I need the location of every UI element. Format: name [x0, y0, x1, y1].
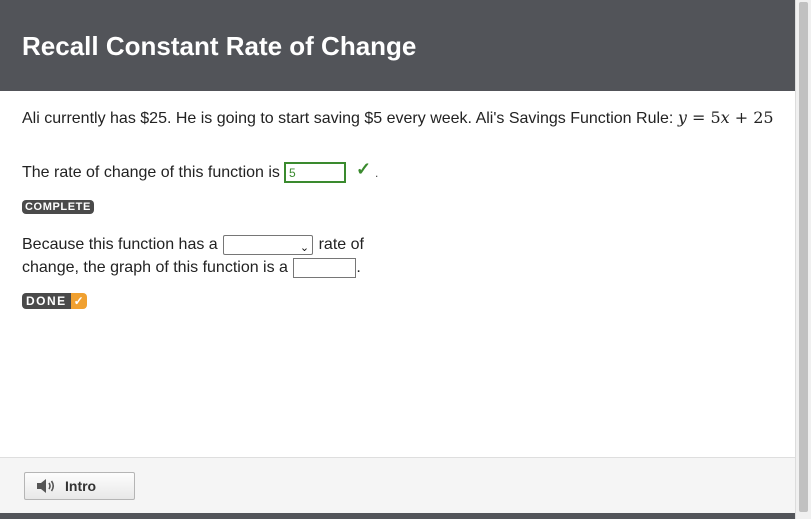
because-period: .: [356, 259, 361, 276]
rate-label: The rate of change of this function is: [22, 163, 280, 181]
graph-type-input[interactable]: [293, 257, 357, 278]
done-button[interactable]: DONE ✓: [22, 293, 87, 309]
because-text-1: Because this function has a: [22, 236, 218, 253]
because-text-2: rate of: [318, 236, 364, 253]
equation: y = 5x + 25: [677, 108, 774, 127]
page-title: Recall Constant Rate of Change: [22, 31, 417, 61]
main-content: Ali currently has $25. He is going to st…: [0, 91, 795, 457]
chevron-down-icon: ⌄: [299, 241, 310, 254]
problem-statement: Ali currently has $25. He is going to st…: [22, 108, 774, 128]
rate-period: .: [375, 165, 379, 180]
scrollbar[interactable]: [795, 0, 811, 519]
done-label: DONE: [22, 293, 71, 309]
intro-button[interactable]: Intro: [24, 472, 135, 500]
done-check-icon: ✓: [70, 293, 87, 309]
rate-type-select[interactable]: ⌄: [223, 234, 314, 255]
rate-answer-input[interactable]: 5: [283, 162, 346, 183]
speaker-icon: [37, 479, 55, 493]
complete-badge: COMPLETE: [22, 200, 94, 214]
intro-label: Intro: [65, 478, 97, 494]
rate-question: The rate of change of this function is 5…: [22, 159, 379, 183]
scroll-thumb[interactable]: [799, 2, 808, 512]
footer-bar: Intro: [0, 457, 795, 513]
bottom-bar: [0, 513, 795, 519]
header-bar: Recall Constant Rate of Change: [0, 0, 795, 91]
problem-text: Ali currently has $25. He is going to st…: [22, 110, 678, 127]
because-question: Because this function has a ⌄ rate of ch…: [22, 233, 364, 279]
check-icon: ✓: [355, 159, 372, 179]
because-text-3: change, the graph of this function is a: [22, 259, 288, 276]
